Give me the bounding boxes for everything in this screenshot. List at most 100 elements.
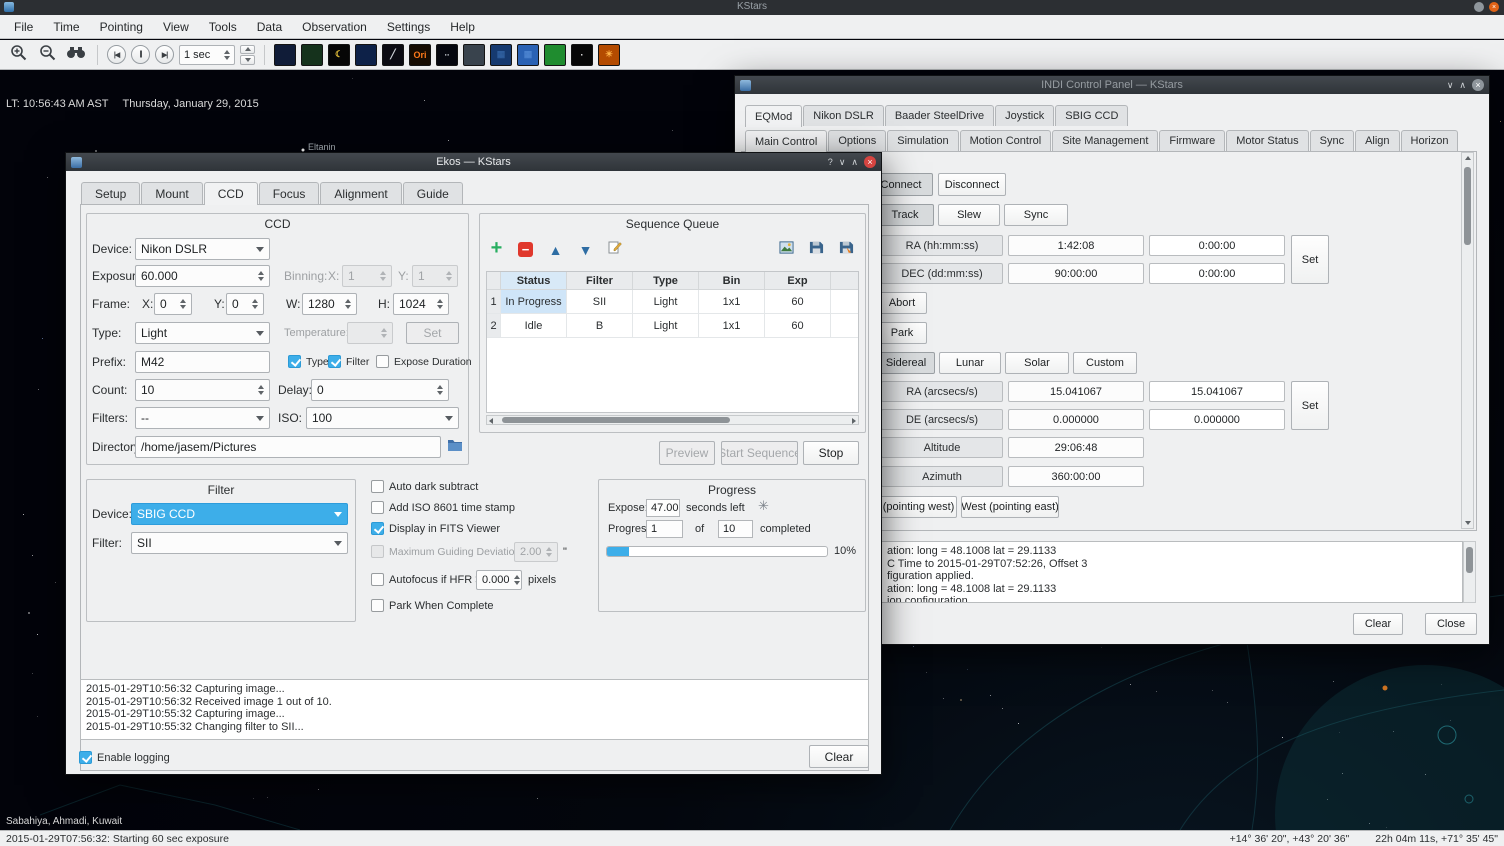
exp-cell[interactable]: 60: [765, 290, 831, 314]
sidereal-button[interactable]: Sidereal: [877, 352, 935, 374]
menu-help[interactable]: Help: [440, 17, 485, 37]
custom-button[interactable]: Custom: [1073, 352, 1137, 374]
exp-cell[interactable]: 60: [765, 314, 831, 338]
status-cell[interactable]: In Progress: [501, 290, 567, 314]
restore-icon[interactable]: ∧: [1459, 80, 1466, 91]
frame-w-spin[interactable]: 1280: [302, 293, 357, 315]
park-checkbox-row[interactable]: Park When Complete: [371, 599, 494, 612]
scroll-right-icon[interactable]: [852, 418, 856, 424]
filter-select[interactable]: SII: [131, 532, 348, 554]
ekos-clear-button[interactable]: Clear: [809, 745, 869, 768]
close-icon[interactable]: ×: [1489, 2, 1499, 12]
spinner-arrows[interactable]: [433, 299, 443, 309]
ra-rate-input-field[interactable]: 15.041067: [1149, 381, 1285, 402]
scrollbar-thumb[interactable]: [1464, 167, 1471, 245]
spinner-arrows[interactable]: [510, 575, 520, 585]
sky-thumbnail-11[interactable]: [544, 44, 566, 66]
main-titlebar[interactable]: KStars ×: [0, 0, 1504, 15]
scroll-up-icon[interactable]: [1465, 156, 1471, 160]
enable-logging-checkbox-row[interactable]: Enable logging: [79, 751, 170, 764]
prefix-filter-checkbox-row[interactable]: Filter: [328, 355, 369, 368]
save-queue-button[interactable]: [808, 241, 825, 258]
bin-header[interactable]: Bin: [699, 272, 765, 290]
track-button[interactable]: Track: [876, 204, 934, 226]
table-row[interactable]: 2 Idle B Light 1x1 60: [487, 314, 858, 338]
spinner-arrows[interactable]: [341, 299, 351, 309]
frame-type-select[interactable]: Light: [135, 322, 270, 344]
iso-timestamp-checkbox-row[interactable]: Add ISO 8601 time stamp: [371, 501, 515, 514]
tab-motion-control[interactable]: Motion Control: [960, 130, 1052, 151]
stop-button[interactable]: Stop: [803, 441, 859, 465]
add-job-button[interactable]: +: [488, 240, 505, 257]
close-icon[interactable]: ×: [864, 156, 876, 168]
directory-input[interactable]: /home/jasem/Pictures: [135, 436, 441, 458]
tab-setup[interactable]: Setup: [81, 182, 140, 204]
tab-site-management[interactable]: Site Management: [1052, 130, 1158, 151]
filters-select[interactable]: --: [135, 407, 270, 429]
autofocus-hfr-spin[interactable]: 0.000: [476, 570, 522, 590]
ekos-titlebar[interactable]: Ekos — KStars ? ∨ ∧ ×: [66, 153, 881, 171]
menu-tools[interactable]: Tools: [199, 17, 247, 37]
sky-thumbnail-6[interactable]: Ori: [409, 44, 431, 66]
filter-cell[interactable]: B: [567, 314, 633, 338]
west-pointing-east-button[interactable]: West (pointing east): [961, 496, 1059, 518]
sky-thumbnail-3[interactable]: ☾: [328, 44, 350, 66]
expose-duration-checkbox-row[interactable]: Expose Duration: [376, 355, 472, 368]
fits-viewer-checkbox-row[interactable]: Display in FITS Viewer: [371, 522, 500, 535]
sky-thumbnail-10[interactable]: ▦: [517, 44, 539, 66]
spinner-arrows[interactable]: [248, 299, 258, 309]
browse-directory-button[interactable]: [445, 437, 465, 457]
time-pause-button[interactable]: ||: [131, 45, 150, 64]
dec-input-field[interactable]: 0:00:00: [1149, 263, 1285, 284]
lunar-button[interactable]: Lunar: [939, 352, 1001, 374]
shade-icon[interactable]: ∨: [839, 157, 846, 168]
prefix-filter-checkbox[interactable]: [328, 355, 341, 368]
tab-main-control[interactable]: Main Control: [745, 130, 827, 152]
menu-observation[interactable]: Observation: [292, 17, 377, 37]
restore-icon[interactable]: ∧: [851, 157, 858, 168]
sequence-queue-table[interactable]: Status Filter Type Bin Exp 1 In Progress…: [486, 271, 859, 413]
minimize-icon[interactable]: [1474, 2, 1484, 12]
sky-thumbnail-13[interactable]: ☀: [598, 44, 620, 66]
de-rate-input-field[interactable]: 0.000000: [1149, 409, 1285, 430]
auto-dark-checkbox[interactable]: [371, 480, 384, 493]
type-header[interactable]: Type: [633, 272, 699, 290]
tab-eqmod[interactable]: EQMod: [745, 105, 802, 127]
spinner-arrows[interactable]: [254, 385, 264, 395]
tab-nikon-dslr[interactable]: Nikon DSLR: [803, 105, 884, 126]
menu-pointing[interactable]: Pointing: [90, 17, 153, 37]
tab-horizon[interactable]: Horizon: [1401, 130, 1459, 151]
status-cell[interactable]: Idle: [501, 314, 567, 338]
expose-duration-checkbox[interactable]: [376, 355, 389, 368]
tab-simulation[interactable]: Simulation: [887, 130, 958, 151]
sky-thumbnail-2[interactable]: [301, 44, 323, 66]
tab-align[interactable]: Align: [1355, 130, 1399, 151]
sync-button[interactable]: Sync: [1004, 204, 1068, 226]
ccd-device-select[interactable]: Nikon DSLR: [135, 238, 270, 260]
tab-joystick[interactable]: Joystick: [995, 105, 1054, 126]
help-icon[interactable]: ?: [828, 157, 833, 167]
slew-button[interactable]: Slew: [938, 204, 1000, 226]
menu-data[interactable]: Data: [247, 17, 292, 37]
autofocus-checkbox-row[interactable]: Autofocus if HFR >: [371, 573, 482, 586]
indi-clear-button[interactable]: Clear: [1353, 613, 1403, 635]
menu-file[interactable]: File: [4, 17, 43, 37]
tab-mount[interactable]: Mount: [141, 182, 202, 204]
row-number-header[interactable]: [487, 272, 501, 290]
time-step-back-button[interactable]: |◀: [107, 45, 126, 64]
move-job-down-button[interactable]: ▼: [577, 241, 594, 258]
edit-job-button[interactable]: [606, 241, 623, 258]
iso-select[interactable]: 100: [306, 407, 459, 429]
scrollbar-thumb[interactable]: [502, 417, 730, 423]
type-cell[interactable]: Light: [633, 290, 699, 314]
tab-guide[interactable]: Guide: [403, 182, 463, 204]
preview-image-button[interactable]: [778, 241, 795, 258]
disconnect-button[interactable]: Disconnect: [938, 173, 1006, 196]
sky-thumbnail-4[interactable]: [355, 44, 377, 66]
filter-header[interactable]: Filter: [567, 272, 633, 290]
indi-log-scrollbar[interactable]: [1463, 541, 1476, 603]
zoom-in-button[interactable]: [6, 43, 30, 67]
sky-thumbnail-8[interactable]: [463, 44, 485, 66]
tab-options[interactable]: Options: [828, 130, 886, 151]
frame-y-spin[interactable]: 0: [226, 293, 264, 315]
